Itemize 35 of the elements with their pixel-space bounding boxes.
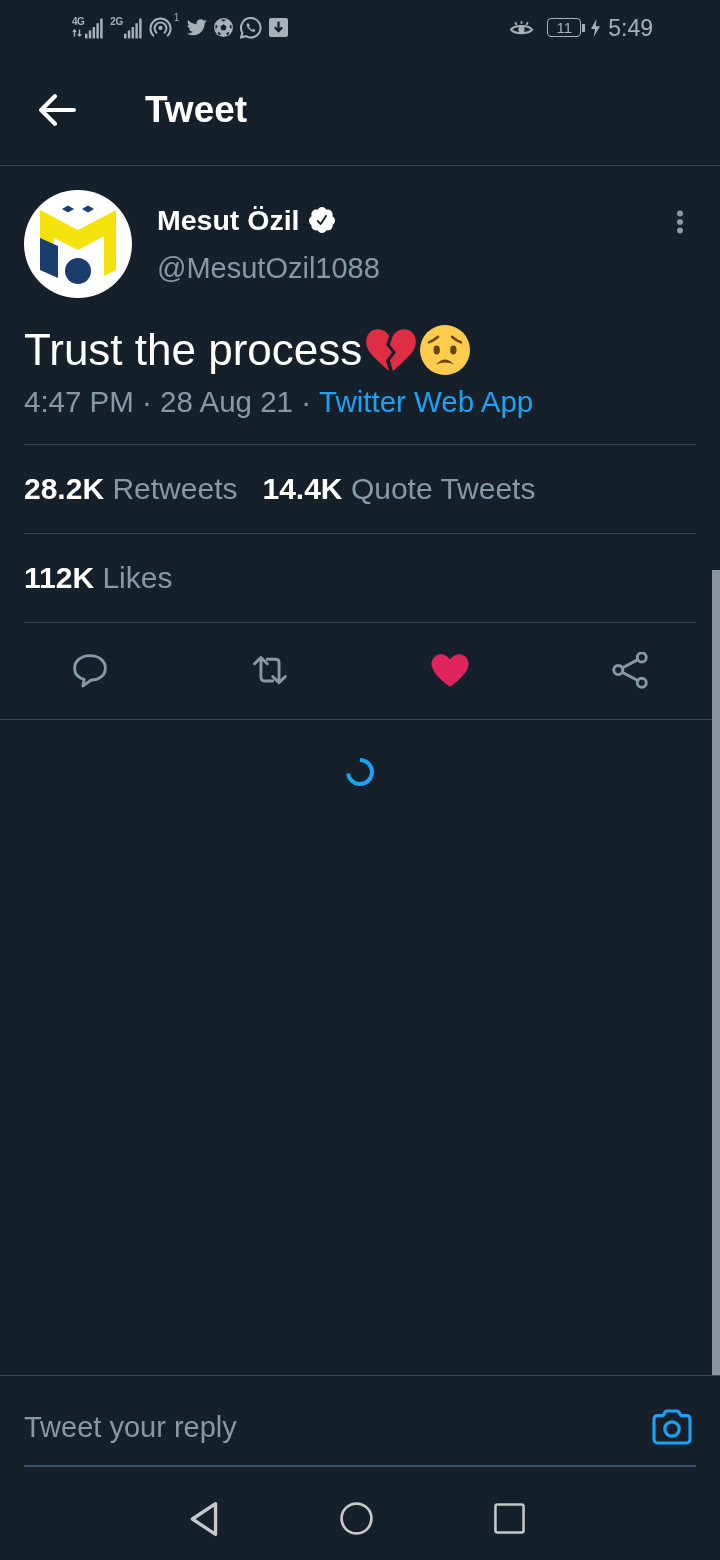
- eye-icon: [510, 19, 534, 36]
- network-type-label: 4G: [72, 16, 85, 27]
- camera-button[interactable]: [652, 1406, 692, 1447]
- signal-icon: [123, 17, 142, 39]
- recents-icon[interactable]: [494, 1503, 525, 1534]
- author-name: Mesut Özil: [157, 203, 300, 237]
- stat-link[interactable]: 28.2K Retweets: [24, 471, 238, 507]
- reply-field[interactable]: Tweet your reply: [24, 1406, 652, 1447]
- author-handle: @MesutOzil1088: [157, 251, 380, 285]
- battery-indicator: 11: [547, 18, 586, 37]
- back-icon[interactable]: [189, 1500, 219, 1537]
- worried-face-icon: [420, 325, 471, 375]
- home-icon[interactable]: [340, 1502, 373, 1535]
- network-type-label: 2G: [110, 16, 123, 27]
- source-link[interactable]: Twitter Web App: [319, 382, 534, 422]
- avatar-icon[interactable]: [24, 190, 132, 298]
- soccer-ball-icon: [214, 18, 234, 37]
- status-time: 5:49: [608, 13, 653, 42]
- share-icon[interactable]: [611, 652, 649, 690]
- hotspot-count: 1: [173, 12, 180, 23]
- reply-icon[interactable]: [71, 652, 109, 690]
- heart-icon[interactable]: [431, 652, 469, 690]
- more-icon[interactable]: [676, 210, 684, 234]
- bird-icon: [186, 19, 208, 36]
- stat-link[interactable]: 14.4K Quote Tweets: [262, 471, 536, 507]
- broken-heart-icon: [365, 328, 418, 372]
- page-title: Tweet: [145, 88, 248, 132]
- signal-icon: [85, 17, 104, 39]
- tweet-timestamp: 4:47 PM · 28 Aug 21 ·: [24, 384, 311, 420]
- phone-bubble-icon: [240, 16, 263, 39]
- hotspot-icon: [148, 14, 172, 38]
- tweet-text: Trust the process: [24, 324, 363, 376]
- stat-link[interactable]: 112K Likes: [24, 560, 173, 596]
- back-button[interactable]: [38, 92, 76, 128]
- download-icon: [269, 18, 289, 37]
